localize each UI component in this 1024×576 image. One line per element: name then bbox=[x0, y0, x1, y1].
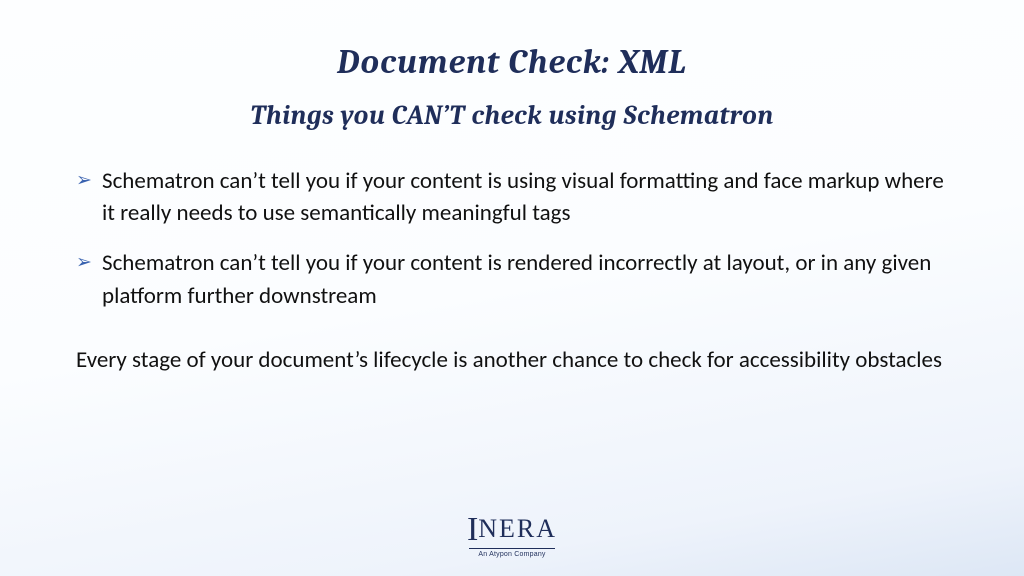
slide: Document Check: XML Things you CAN’T che… bbox=[0, 0, 1024, 576]
list-item: ➢ Schematron can’t tell you if your cont… bbox=[76, 165, 948, 229]
closing-paragraph: Every stage of your document’s lifecycle… bbox=[68, 344, 956, 377]
logo-divider bbox=[469, 548, 555, 549]
list-item: ➢ Schematron can’t tell you if your cont… bbox=[76, 247, 948, 311]
slide-body: ➢ Schematron can’t tell you if your cont… bbox=[68, 165, 956, 330]
bullet-text: Schematron can’t tell you if your conten… bbox=[102, 165, 948, 229]
slide-title: Document Check: XML bbox=[68, 42, 956, 82]
chevron-right-icon: ➢ bbox=[76, 165, 102, 195]
logo-wordmark: INERA bbox=[0, 513, 1024, 547]
bullet-text: Schematron can’t tell you if your conten… bbox=[102, 247, 948, 311]
logo-tagline: An Atypon Company bbox=[0, 551, 1024, 558]
slide-subtitle: Things you CAN’T check using Schematron bbox=[68, 100, 956, 131]
chevron-right-icon: ➢ bbox=[76, 247, 102, 277]
footer-logo: INERA An Atypon Company bbox=[0, 513, 1024, 558]
